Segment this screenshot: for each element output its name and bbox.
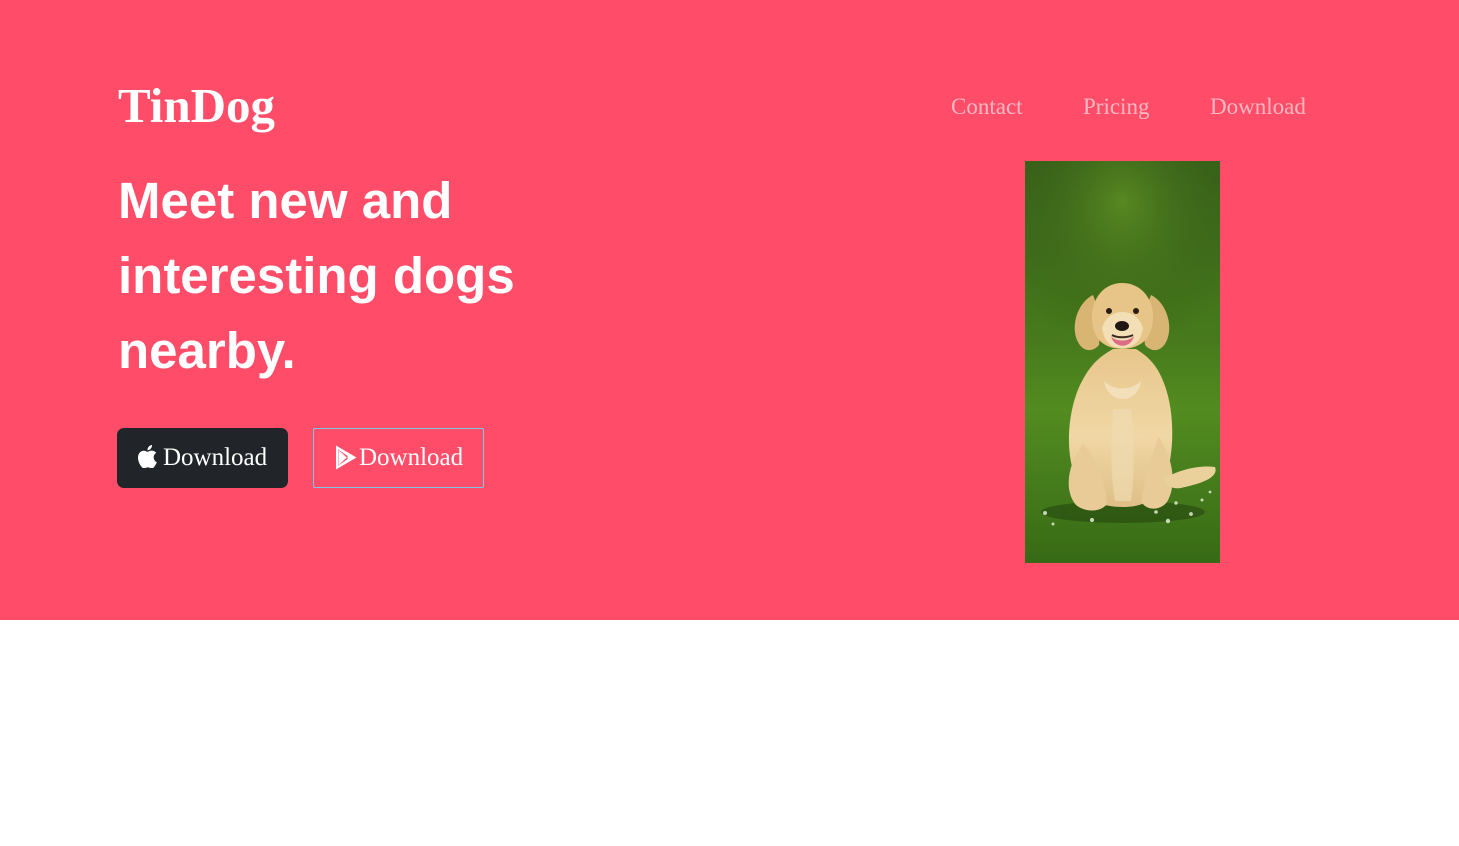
nav-link-pricing[interactable]: Pricing [1083, 91, 1149, 123]
apple-icon [138, 445, 157, 469]
nav-link-contact[interactable]: Contact [951, 91, 1023, 123]
apple-download-button-label: Download [163, 444, 268, 471]
google-play-download-button[interactable]: Download [313, 428, 484, 488]
nav-link-download[interactable]: Download [1210, 91, 1306, 123]
hero-section: TinDog Contact Pricing Download Meet new… [0, 0, 1459, 620]
google-play-download-button-label: Download [359, 444, 464, 471]
dog-image [1025, 161, 1220, 563]
apple-download-button[interactable]: Download [117, 428, 288, 488]
hero-headline: Meet new and interesting dogs nearby. [118, 172, 515, 379]
google-play-icon [334, 444, 359, 471]
top-navigation: Contact Pricing Download [0, 91, 1459, 123]
